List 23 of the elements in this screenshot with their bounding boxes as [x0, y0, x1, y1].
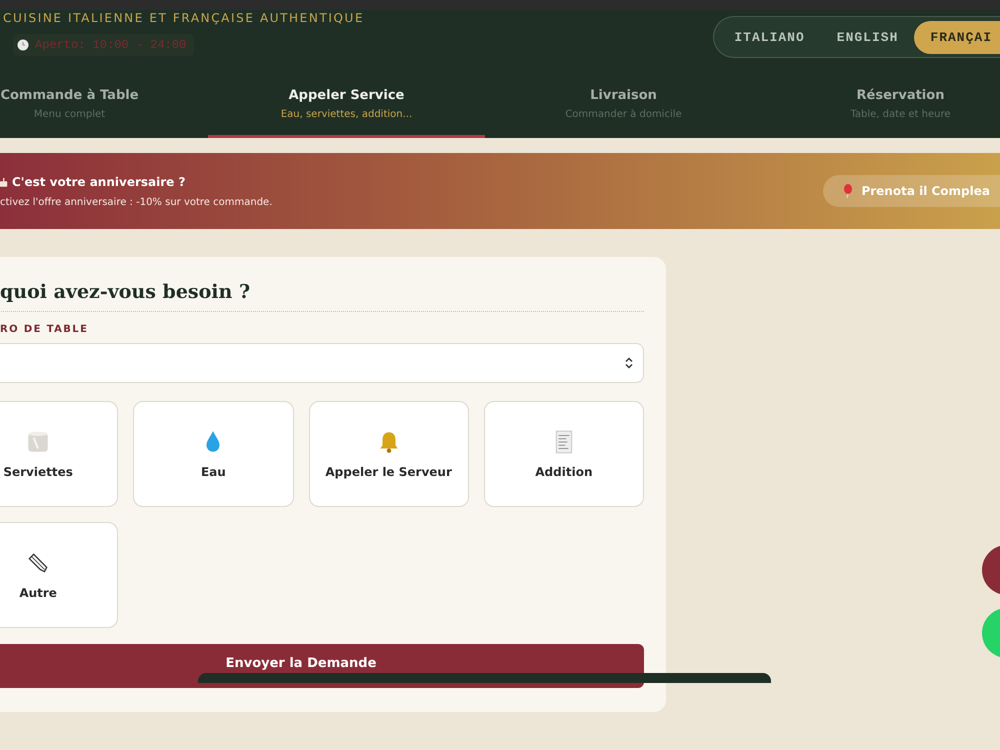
- form-title: quoi avez-vous besoin ?: [0, 281, 252, 303]
- nav-tab[interactable]: Appeler Service Eau, serviettes, addition...: [208, 80, 485, 138]
- service-option[interactable]: Serviettes: [0, 401, 118, 507]
- service-option[interactable]: Appeler le Serveur: [308, 401, 469, 507]
- balloon-icon: [843, 184, 854, 198]
- nav-tab[interactable]: Commande à Table Menu complet: [0, 80, 208, 138]
- cake-icon: [0, 176, 8, 188]
- tagline: CUISINE ITALIENNE ET FRANÇAISE AUTHENTIQUE: [3, 11, 364, 25]
- service-option[interactable]: Autre: [0, 522, 118, 628]
- table-select[interactable]: [0, 343, 644, 383]
- field-label: RO DE TABLE: [0, 324, 90, 335]
- language-button[interactable]: ITALIANO: [718, 20, 821, 54]
- language-button[interactable]: ENGLISH: [820, 20, 914, 54]
- language-button[interactable]: FRANÇAI: [914, 20, 1000, 54]
- nav-tab[interactable]: Livraison Commander à domicile: [485, 80, 762, 138]
- service-option[interactable]: Eau: [133, 401, 294, 507]
- service-option[interactable]: Addition: [484, 401, 644, 507]
- banner-text: ctivez l'offre anniversaire : -10% sur votre commande.: [0, 196, 272, 208]
- clock-icon: [17, 39, 29, 51]
- banner-title: C'est votre anniversaire ?: [12, 174, 186, 188]
- chevron-icon: [625, 357, 633, 369]
- nav-tab[interactable]: Réservation Table, date et heure: [762, 80, 1000, 138]
- opening-hours: Aperto: 10:00 - 24:00: [13, 34, 194, 56]
